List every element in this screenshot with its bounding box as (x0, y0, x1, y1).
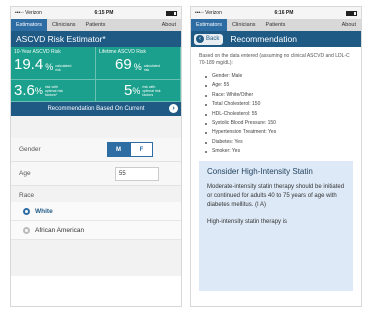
chevron-left-icon: ‹ (196, 35, 204, 43)
list-item: Systolic Blood Pressure: 150 (205, 119, 353, 128)
list-item: Diabetes: Yes (205, 138, 353, 147)
gender-label: Gender (19, 146, 41, 153)
risk-grid: 10-Year ASCVD Risk 19.4 % calculated ris… (11, 47, 181, 102)
list-item: Hypertension Treatment: Yes (205, 128, 353, 137)
race-label: Race (11, 186, 181, 202)
tab-clinicians[interactable]: Clinicians (227, 19, 261, 31)
ten-year-risk-unit: % (45, 62, 54, 72)
gender-row: Gender M F (11, 138, 181, 162)
ten-year-risk-note: calculated risk (55, 64, 72, 72)
age-input[interactable]: 55 (115, 166, 159, 181)
recommendation-title: Consider High-Intensity Statin (207, 166, 313, 176)
radio-unselected-icon (23, 226, 30, 234)
nav-bar: ‹ Back Recommendation (191, 31, 361, 47)
recommendation-button-label: Recommendation Based On Current (47, 106, 145, 112)
list-item: Race: White/Other (205, 91, 353, 100)
optimal-ten-year-unit: % (34, 85, 43, 96)
tab-estimators[interactable]: Estimators (11, 19, 47, 31)
gender-segmented-control: M F (107, 142, 153, 157)
tab-about[interactable]: About (337, 19, 361, 31)
tab-about[interactable]: About (157, 19, 181, 31)
recommendation-body: Moderate-intensity statin therapy should… (207, 183, 345, 209)
tab-bar: Estimators Clinicians Patients About (11, 19, 181, 31)
ten-year-risk-value: 19.4 (14, 56, 44, 73)
optimal-ten-year-value: 3.6 (14, 82, 35, 99)
back-button[interactable]: ‹ Back (194, 33, 224, 45)
ten-year-risk-label: 10-Year ASCVD Risk (14, 49, 61, 55)
optimal-lifetime-unit: % (132, 85, 141, 96)
tab-patients[interactable]: Patients (261, 19, 291, 31)
carrier-text: •••◦◦ Verizon (195, 10, 222, 16)
list-item: Gender: Male (205, 72, 353, 81)
lifetime-risk-note: calculated risk (143, 64, 160, 72)
optimal-lifetime-value: 5 (124, 82, 133, 99)
lifetime-risk-cell: Lifetime ASCVD Risk 69 % calculated risk (96, 47, 181, 80)
age-label: Age (19, 170, 31, 177)
race-option-white[interactable]: White (11, 202, 181, 221)
radio-selected-icon (23, 207, 30, 215)
status-bar: •••◦◦ Verizon 6:16 PM (191, 7, 361, 19)
lifetime-risk-value: 69 (115, 56, 132, 73)
list-item: Age: 55 (205, 81, 353, 90)
tab-clinicians[interactable]: Clinicians (47, 19, 81, 31)
lifetime-risk-label: Lifetime ASCVD Risk (99, 49, 146, 55)
tab-estimators[interactable]: Estimators (191, 19, 227, 31)
lifetime-risk-unit: % (133, 62, 142, 72)
battery-icon (346, 10, 357, 16)
list-item: Smoker: Yes (205, 147, 353, 156)
optimal-lifetime-cell: 5 % risk with optimal risk factors (96, 80, 181, 102)
recommendation-card: Consider High-Intensity Statin Moderate-… (199, 160, 353, 291)
race-option-label: African American (35, 226, 85, 234)
intro-text: Based on the data entered (assuming no c… (199, 53, 350, 66)
left-phone-screen: •••◦◦ Verizon 6:15 PM Estimators Clinici… (10, 6, 182, 307)
race-option-label: White (35, 207, 53, 215)
race-option-african-american[interactable]: African American (11, 221, 181, 240)
recommendation-body-continued: High-intensity statin therapy is (207, 218, 288, 225)
list-item: Total Cholesterol: 150 (205, 100, 353, 109)
right-phone-screen: •••◦◦ Verizon 6:16 PM Estimators Clinici… (190, 6, 362, 307)
tab-patients[interactable]: Patients (81, 19, 111, 31)
battery-icon (166, 10, 177, 16)
clock-text: 6:15 PM (94, 10, 114, 16)
age-row: Age 55 (11, 162, 181, 186)
list-item: HDL-Cholesterol: 55 (205, 110, 353, 119)
chevron-right-icon: › (169, 104, 178, 113)
optimal-ten-year-note: risk with optimal risk factors* (44, 84, 64, 97)
page-title: ASCVD Risk Estimator* (11, 31, 181, 47)
page-title: Recommendation (230, 34, 297, 44)
input-summary-list: Gender: Male Age: 55 Race: White/Other T… (191, 69, 361, 157)
clock-text: 6:16 PM (274, 10, 294, 16)
recommendation-button[interactable]: Recommendation Based On Current › (11, 102, 181, 116)
input-form: Gender M F Age 55 Race White African Ame… (11, 116, 181, 276)
back-button-label: Back (206, 36, 220, 42)
carrier-text: •••◦◦ Verizon (15, 10, 42, 16)
gender-female-button[interactable]: F (130, 142, 153, 157)
ten-year-risk-cell: 10-Year ASCVD Risk 19.4 % calculated ris… (11, 47, 96, 80)
gender-male-button[interactable]: M (107, 142, 130, 157)
optimal-ten-year-cell: 3.6 % risk with optimal risk factors* (11, 80, 96, 102)
tab-bar: Estimators Clinicians Patients About (191, 19, 361, 31)
status-bar: •••◦◦ Verizon 6:15 PM (11, 7, 181, 19)
optimal-lifetime-note: risk with optimal risk factors (142, 84, 161, 97)
